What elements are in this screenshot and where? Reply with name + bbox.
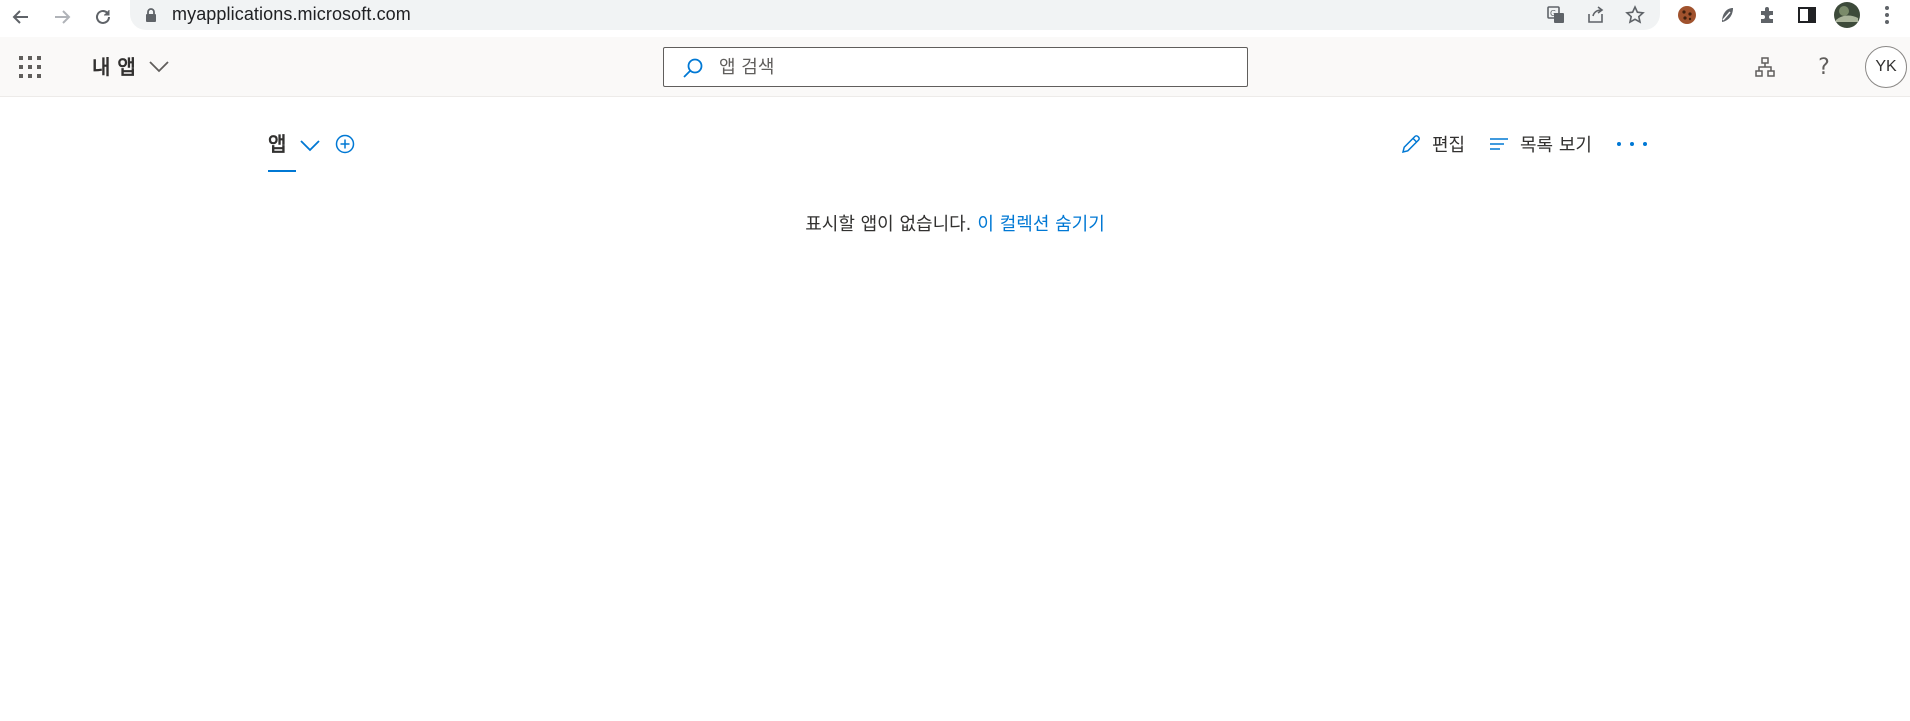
app-title-menu[interactable]: 내 앱 xyxy=(92,51,170,80)
organization-button[interactable] xyxy=(1750,52,1780,82)
list-view-button[interactable]: 목록 보기 xyxy=(1488,130,1592,158)
leaf-icon xyxy=(1722,8,1733,22)
search-input[interactable] xyxy=(719,54,1229,80)
share-icon xyxy=(1588,6,1604,23)
star-icon xyxy=(1625,5,1645,24)
puzzle-icon xyxy=(1761,7,1773,23)
chrome-menu-button[interactable] xyxy=(1874,2,1900,28)
app-launcher-icon[interactable] xyxy=(18,55,42,79)
translate-button[interactable]: G xyxy=(1544,3,1568,27)
chevron-down-icon xyxy=(149,60,169,72)
url-text: myapplications.microsoft.com xyxy=(172,4,411,24)
empty-state-message: 표시할 앱이 없습니다. 이 컬렉션 숨기기 xyxy=(0,210,1910,236)
help-icon: ? xyxy=(1818,54,1830,80)
edit-label: 편집 xyxy=(1432,135,1466,156)
app-header: 내 앱 ? YK xyxy=(0,37,1910,97)
list-view-icon xyxy=(1490,138,1508,150)
profile-avatar-icon xyxy=(1834,2,1860,28)
side-panel-button[interactable] xyxy=(1794,2,1820,28)
arrow-left-icon xyxy=(12,10,28,24)
browser-toolbar: myapplications.microsoft.com G xyxy=(0,0,1910,37)
back-button[interactable] xyxy=(6,2,36,32)
forward-button[interactable] xyxy=(47,2,77,32)
tab-selected-indicator xyxy=(268,170,296,172)
search-icon xyxy=(683,58,703,78)
address-bar[interactable]: myapplications.microsoft.com G xyxy=(130,0,1660,30)
kebab-menu-icon xyxy=(1885,6,1889,24)
help-button[interactable]: ? xyxy=(1809,52,1839,82)
avatar-initials: YK xyxy=(1875,58,1897,75)
tab-apps[interactable]: 앱 xyxy=(268,128,286,174)
profile-button[interactable] xyxy=(1834,2,1860,28)
more-options-icon[interactable] xyxy=(1614,136,1650,152)
pencil-icon xyxy=(1401,135,1420,154)
bookmark-button[interactable] xyxy=(1623,3,1647,27)
side-panel-icon xyxy=(1798,7,1816,23)
org-chart-icon xyxy=(1755,57,1775,77)
hide-collection-link[interactable]: 이 컬렉션 숨기기 xyxy=(977,214,1104,235)
lock-icon xyxy=(146,8,156,22)
edit-button[interactable]: 편집 xyxy=(1400,130,1465,158)
reload-button[interactable] xyxy=(88,2,118,32)
script-extension[interactable] xyxy=(1714,2,1740,28)
tab-apps-label: 앱 xyxy=(268,132,287,156)
extensions-button[interactable] xyxy=(1754,2,1780,28)
cookie-extension[interactable] xyxy=(1674,2,1700,28)
list-view-label: 목록 보기 xyxy=(1520,135,1592,156)
app-title-text: 내 앱 xyxy=(92,55,136,79)
cookie-icon xyxy=(1678,6,1696,24)
user-avatar[interactable]: YK xyxy=(1865,46,1907,88)
translate-icon: G xyxy=(1547,6,1564,23)
svg-text:G: G xyxy=(1550,9,1556,18)
add-collection-icon[interactable] xyxy=(334,133,356,155)
collection-chevron-down-icon[interactable] xyxy=(298,135,322,155)
arrow-right-icon xyxy=(55,10,71,24)
search-box[interactable] xyxy=(663,47,1248,87)
empty-state-text: 표시할 앱이 없습니다. xyxy=(805,214,972,235)
reload-icon xyxy=(96,9,110,24)
share-button[interactable] xyxy=(1584,3,1608,27)
